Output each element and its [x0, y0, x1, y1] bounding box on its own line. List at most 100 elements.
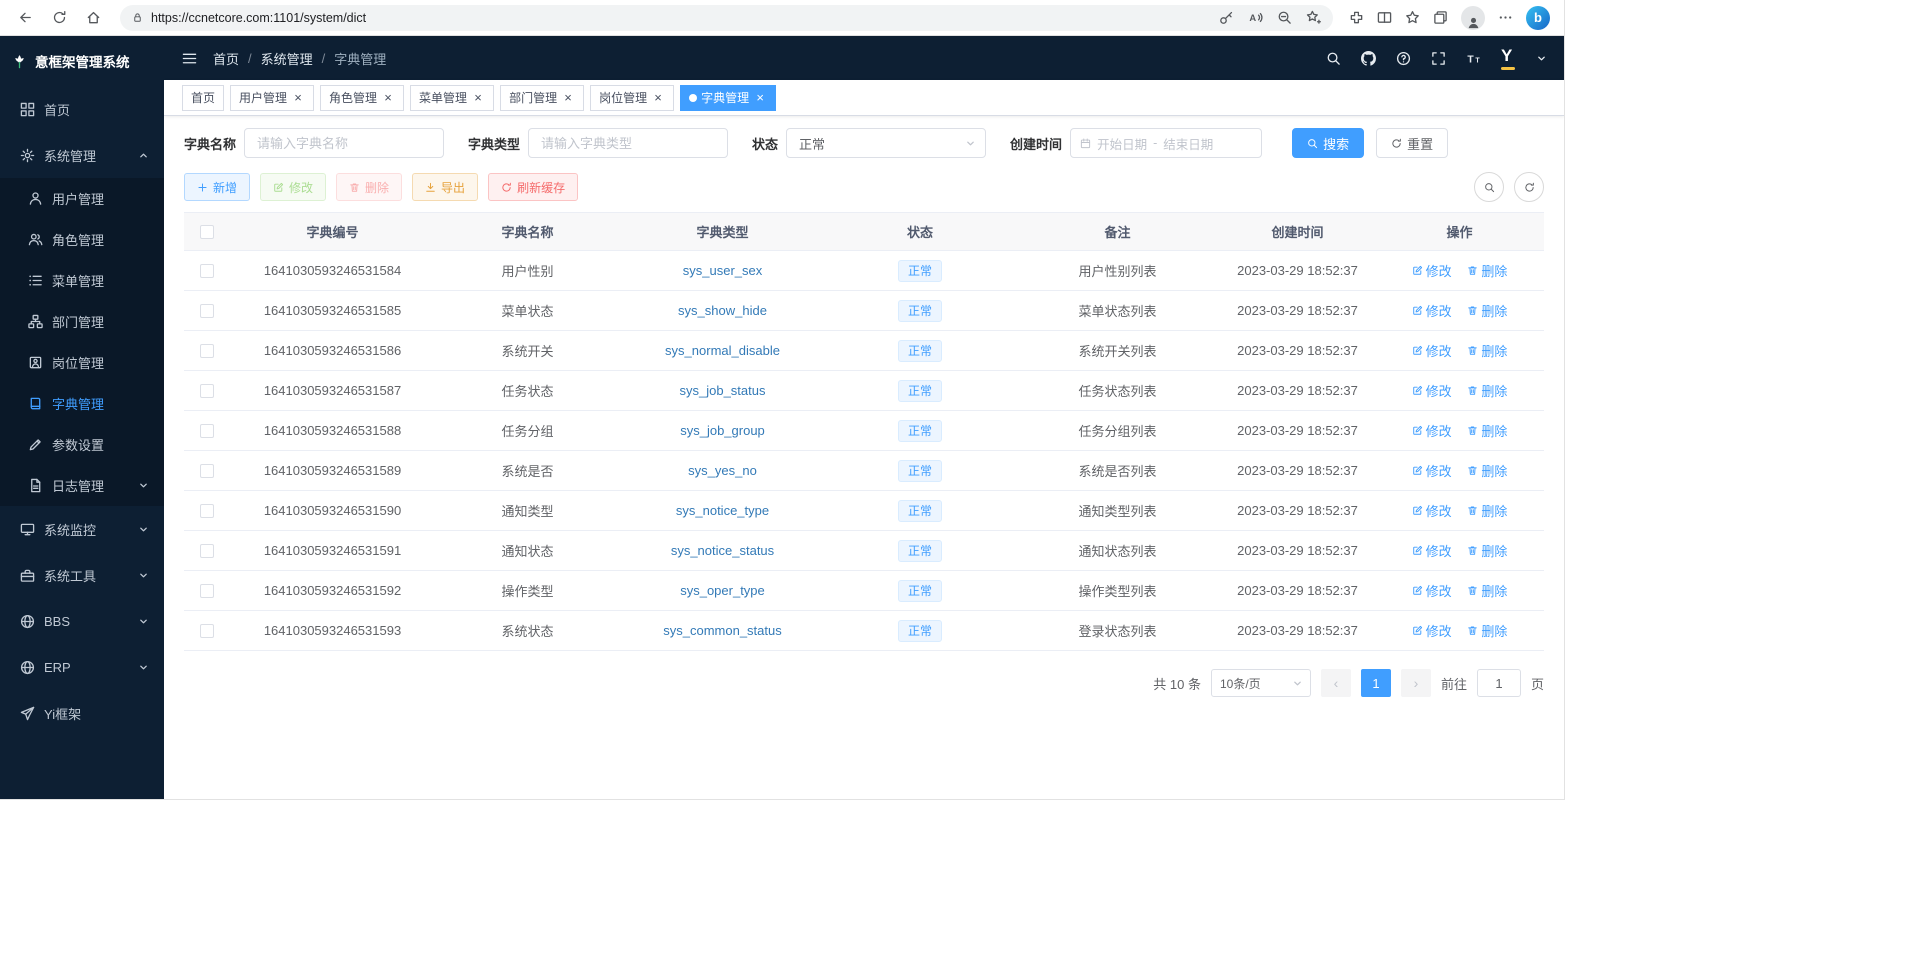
- extensions-icon[interactable]: [1349, 10, 1364, 25]
- sidebar-item-erp[interactable]: ERP: [0, 644, 164, 690]
- fullscreen-icon[interactable]: [1431, 51, 1446, 66]
- close-icon[interactable]: ×: [471, 91, 485, 104]
- reset-button[interactable]: 重置: [1376, 128, 1448, 158]
- dict-type-link[interactable]: sys_common_status: [663, 623, 782, 638]
- row-checkbox[interactable]: [200, 344, 214, 358]
- page-size-select[interactable]: 10条/页: [1211, 669, 1311, 697]
- close-icon[interactable]: ×: [753, 91, 767, 104]
- sidebar-item-dict-mgmt[interactable]: 字典管理: [0, 383, 164, 424]
- dict-type-link[interactable]: sys_yes_no: [688, 463, 757, 478]
- row-delete-button[interactable]: 删除: [1467, 421, 1507, 440]
- split-screen-icon[interactable]: [1377, 10, 1392, 25]
- github-icon[interactable]: [1361, 51, 1376, 66]
- goto-page-input[interactable]: [1477, 669, 1521, 697]
- dict-type-link[interactable]: sys_job_status: [680, 383, 766, 398]
- row-delete-button[interactable]: 删除: [1467, 581, 1507, 600]
- dict-type-link[interactable]: sys_notice_type: [676, 503, 769, 518]
- dict-type-link[interactable]: sys_job_group: [680, 423, 765, 438]
- menu-toggle[interactable]: [182, 51, 197, 66]
- dict-type-link[interactable]: sys_oper_type: [680, 583, 765, 598]
- status-select[interactable]: 正常: [786, 128, 986, 158]
- row-checkbox[interactable]: [200, 304, 214, 318]
- next-page-button[interactable]: ›: [1401, 669, 1431, 697]
- close-icon[interactable]: ×: [291, 91, 305, 104]
- row-checkbox[interactable]: [200, 264, 214, 278]
- help-icon[interactable]: [1396, 51, 1411, 66]
- row-edit-button[interactable]: 修改: [1412, 341, 1452, 360]
- tab-role-mgmt[interactable]: 角色管理×: [320, 85, 404, 111]
- tab-home[interactable]: 首页: [182, 85, 224, 111]
- close-icon[interactable]: ×: [561, 91, 575, 104]
- key-icon[interactable]: [1219, 10, 1234, 25]
- delete-button[interactable]: 删除: [336, 173, 402, 201]
- sidebar-item-yi-framework[interactable]: Yi框架: [0, 690, 164, 736]
- search-button[interactable]: 搜索: [1292, 128, 1364, 158]
- chevron-down-icon[interactable]: [1537, 54, 1546, 63]
- row-edit-button[interactable]: 修改: [1412, 381, 1452, 400]
- sidebar-item-system-tools[interactable]: 系统工具: [0, 552, 164, 598]
- tab-menu-mgmt[interactable]: 菜单管理×: [410, 85, 494, 111]
- refresh-table-button[interactable]: [1514, 172, 1544, 202]
- row-checkbox[interactable]: [200, 584, 214, 598]
- sidebar-item-log-mgmt[interactable]: 日志管理: [0, 465, 164, 506]
- row-edit-button[interactable]: 修改: [1412, 261, 1452, 280]
- row-checkbox[interactable]: [200, 464, 214, 478]
- tab-post-mgmt[interactable]: 岗位管理×: [590, 85, 674, 111]
- sidebar-item-system-monitor[interactable]: 系统监控: [0, 506, 164, 552]
- dict-type-link[interactable]: sys_show_hide: [678, 303, 767, 318]
- tab-dept-mgmt[interactable]: 部门管理×: [500, 85, 584, 111]
- row-checkbox[interactable]: [200, 504, 214, 518]
- export-button[interactable]: 导出: [412, 173, 478, 201]
- favorites-icon[interactable]: [1405, 10, 1420, 25]
- row-edit-button[interactable]: 修改: [1412, 461, 1452, 480]
- row-checkbox[interactable]: [200, 544, 214, 558]
- address-bar[interactable]: https://ccnetcore.com:1101/system/dict A: [120, 5, 1333, 31]
- zoom-out-icon[interactable]: [1277, 10, 1292, 25]
- dict-type-link[interactable]: sys_notice_status: [671, 543, 774, 558]
- close-icon[interactable]: ×: [381, 91, 395, 104]
- row-checkbox[interactable]: [200, 624, 214, 638]
- more-menu-icon[interactable]: [1498, 10, 1513, 25]
- breadcrumb-home[interactable]: 首页: [213, 49, 239, 68]
- breadcrumb-system[interactable]: 系统管理: [261, 49, 313, 68]
- row-delete-button[interactable]: 删除: [1467, 621, 1507, 640]
- row-edit-button[interactable]: 修改: [1412, 621, 1452, 640]
- dict-name-input[interactable]: [244, 128, 444, 158]
- dict-type-link[interactable]: sys_normal_disable: [665, 343, 780, 358]
- sidebar-item-post-mgmt[interactable]: 岗位管理: [0, 342, 164, 383]
- row-edit-button[interactable]: 修改: [1412, 541, 1452, 560]
- search-icon[interactable]: [1326, 51, 1341, 66]
- home-button[interactable]: [78, 4, 108, 32]
- row-delete-button[interactable]: 删除: [1467, 301, 1507, 320]
- close-icon[interactable]: ×: [651, 91, 665, 104]
- row-delete-button[interactable]: 删除: [1467, 461, 1507, 480]
- yi-logo[interactable]: Y: [1501, 46, 1517, 70]
- add-button[interactable]: 新增: [184, 173, 250, 201]
- sidebar-item-system-mgmt[interactable]: 系统管理: [0, 132, 164, 178]
- sidebar-item-dept-mgmt[interactable]: 部门管理: [0, 301, 164, 342]
- row-checkbox[interactable]: [200, 384, 214, 398]
- row-delete-button[interactable]: 删除: [1467, 261, 1507, 280]
- refresh-button[interactable]: [44, 4, 74, 32]
- row-delete-button[interactable]: 删除: [1467, 381, 1507, 400]
- refresh-cache-button[interactable]: 刷新缓存: [488, 173, 578, 201]
- current-page[interactable]: 1: [1361, 669, 1391, 697]
- row-checkbox[interactable]: [200, 424, 214, 438]
- sidebar-item-menu-mgmt[interactable]: 菜单管理: [0, 260, 164, 301]
- toggle-search-button[interactable]: [1474, 172, 1504, 202]
- tab-dict-mgmt[interactable]: 字典管理×: [680, 85, 776, 111]
- row-edit-button[interactable]: 修改: [1412, 421, 1452, 440]
- row-edit-button[interactable]: 修改: [1412, 581, 1452, 600]
- add-favorite-icon[interactable]: [1306, 10, 1321, 25]
- read-aloud-icon[interactable]: A: [1248, 10, 1263, 25]
- tab-user-mgmt[interactable]: 用户管理×: [230, 85, 314, 111]
- sidebar-item-home[interactable]: 首页: [0, 86, 164, 132]
- dict-type-link[interactable]: sys_user_sex: [683, 263, 762, 278]
- date-range-picker[interactable]: 开始日期 - 结束日期: [1070, 128, 1262, 158]
- sidebar-item-param-settings[interactable]: 参数设置: [0, 424, 164, 465]
- back-button[interactable]: [10, 4, 40, 32]
- row-delete-button[interactable]: 删除: [1467, 541, 1507, 560]
- row-delete-button[interactable]: 删除: [1467, 341, 1507, 360]
- select-all-checkbox[interactable]: [200, 225, 214, 239]
- row-delete-button[interactable]: 删除: [1467, 501, 1507, 520]
